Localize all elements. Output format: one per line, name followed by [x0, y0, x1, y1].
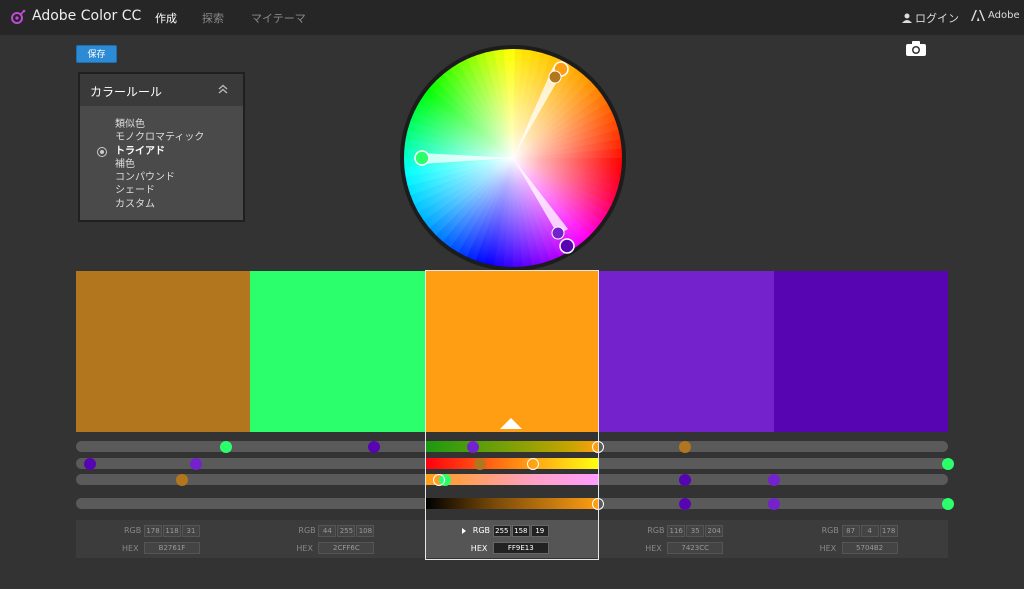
rule-item-triad[interactable]: トライアド: [115, 145, 204, 158]
rgb-value-field[interactable]: 44: [318, 525, 337, 537]
hex-value-field[interactable]: 7423CC: [667, 542, 724, 554]
wheel-handle-purple[interactable]: [559, 238, 575, 254]
slider-knob[interactable]: [466, 440, 479, 453]
nav-my-themes[interactable]: マイテーマ: [251, 10, 306, 26]
rule-item-monochromatic[interactable]: モノクロマティック: [115, 131, 204, 144]
rgb-value-field[interactable]: 255: [337, 525, 356, 537]
rgb-value-field[interactable]: 118: [163, 525, 181, 537]
slider-knob[interactable]: [942, 497, 954, 510]
slider-knob[interactable]: [220, 440, 233, 453]
rgb-value-field[interactable]: 158: [511, 525, 530, 537]
login-link[interactable]: ログイン: [902, 10, 959, 26]
app-name[interactable]: Adobe Color CC: [32, 8, 141, 24]
slider-knob[interactable]: [767, 473, 780, 486]
top-bar: Adobe Color CC 作成 探索 マイテーマ ログイン Adobe: [0, 0, 1024, 35]
rule-item-custom[interactable]: カスタム: [115, 198, 204, 211]
value-label: RGB: [298, 526, 316, 535]
rgb-value-field[interactable]: 116: [667, 525, 686, 537]
rgb-value-field[interactable]: 204: [705, 525, 724, 537]
value-label: RGB: [124, 526, 142, 535]
swatch-3[interactable]: [424, 271, 600, 432]
rule-list: 類似色 モノクロマティック トライアド 補色 コンパウンド シェード カスタム: [115, 118, 204, 211]
login-label: ログイン: [915, 12, 959, 25]
swatch-1[interactable]: [76, 271, 251, 432]
green-slider-gradient[interactable]: [426, 458, 598, 469]
slider-knob[interactable]: [367, 440, 380, 453]
value-label: RGB: [472, 526, 491, 535]
rule-radio-selected[interactable]: [97, 147, 107, 157]
brightness-slider-gradient[interactable]: [426, 498, 598, 509]
rgb-value-field[interactable]: 31: [182, 525, 200, 537]
nav-explore[interactable]: 探索: [202, 10, 224, 26]
rgb-value-field[interactable]: 35: [686, 525, 705, 537]
play-icon[interactable]: [462, 528, 466, 534]
adobe-logo-icon: [971, 10, 985, 21]
value-label: RGB: [647, 526, 665, 535]
hex-value-field[interactable]: B2761F: [144, 542, 200, 554]
selected-swatch-arrow: [500, 418, 522, 429]
slider-knob[interactable]: [83, 457, 96, 470]
slider-knob[interactable]: [678, 497, 691, 510]
color-rule-panel: カラールール 類似色 モノクロマティック トライアド 補色 コンパウンド シェー…: [78, 72, 245, 222]
wheel-handle-green[interactable]: [414, 150, 430, 166]
hex-value-field[interactable]: 2CFF6C: [318, 542, 375, 554]
slider-knob[interactable]: [176, 473, 188, 486]
swatch-row: [76, 271, 949, 432]
value-label: RGB: [821, 526, 839, 535]
camera-icon[interactable]: [906, 41, 926, 56]
slider-knob[interactable]: [592, 497, 604, 510]
rgb-value-field[interactable]: 178: [879, 525, 898, 537]
rule-panel-title: カラールール: [90, 85, 163, 99]
rule-item-shade[interactable]: シェード: [115, 184, 204, 197]
blue-slider-gradient[interactable]: [426, 474, 598, 485]
chevron-up-icon[interactable]: [217, 83, 229, 95]
wheel-handle-violet[interactable]: [551, 226, 565, 240]
rgb-value-field[interactable]: 178: [144, 525, 162, 537]
hex-value-field[interactable]: 5704B2: [841, 542, 898, 554]
user-icon: [902, 13, 912, 23]
color-wheel[interactable]: [398, 43, 628, 273]
rgb-value-field[interactable]: 4: [860, 525, 879, 537]
rgb-value-field[interactable]: 87: [841, 525, 860, 537]
nav-create[interactable]: 作成: [155, 10, 177, 26]
rule-item-analogous[interactable]: 類似色: [115, 118, 204, 131]
red-slider-gradient[interactable]: [426, 441, 598, 452]
rgb-value-field[interactable]: 255: [492, 525, 511, 537]
slider-knob[interactable]: [189, 457, 202, 470]
rule-item-compound[interactable]: コンパウンド: [115, 171, 204, 184]
adobe-color-logo-icon[interactable]: [10, 9, 26, 25]
slider-knob[interactable]: [592, 440, 604, 453]
swatch-4[interactable]: [599, 271, 775, 432]
slider-knob[interactable]: [942, 457, 954, 470]
slider-knob[interactable]: [678, 473, 691, 486]
wheel-handle-brown[interactable]: [548, 70, 562, 84]
save-button[interactable]: 保存: [76, 45, 117, 63]
rgb-value-field[interactable]: 19: [530, 525, 549, 537]
adobe-label: Adobe: [988, 10, 1020, 21]
slider-knob[interactable]: [767, 497, 780, 510]
value-label: HEX: [122, 544, 139, 553]
slider-knob[interactable]: [432, 473, 445, 486]
value-label: HEX: [296, 544, 313, 553]
adobe-link[interactable]: Adobe: [971, 10, 1020, 21]
slider-knob[interactable]: [473, 457, 486, 470]
rule-panel-header[interactable]: カラールール: [80, 74, 243, 106]
rule-item-complementary[interactable]: 補色: [115, 158, 204, 171]
slider-knob[interactable]: [526, 457, 539, 470]
value-label: HEX: [470, 544, 488, 553]
hex-value-field[interactable]: FF9E13: [492, 542, 549, 554]
value-label: HEX: [819, 544, 837, 553]
swatch-2[interactable]: [250, 271, 426, 432]
swatch-5[interactable]: [773, 271, 949, 432]
value-label: HEX: [645, 544, 662, 553]
slider-knob[interactable]: [678, 440, 691, 453]
rgb-value-field[interactable]: 108: [356, 525, 375, 537]
